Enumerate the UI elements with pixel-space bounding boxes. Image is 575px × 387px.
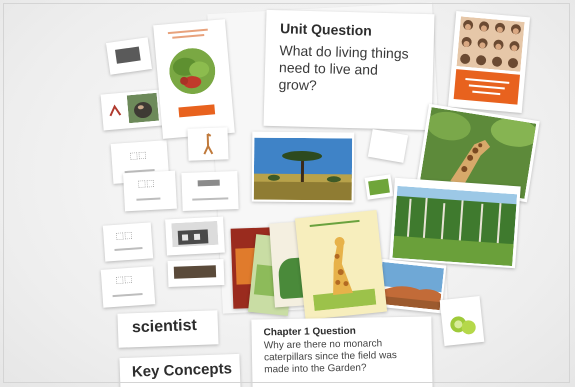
label-line [114,247,143,251]
log-photo-card [167,259,225,287]
animal-thumbnail [126,92,160,124]
vocab-card-3: ⬚⬚ [102,222,154,262]
small-photo-card-animal [100,89,164,131]
icon-pair: ⬚⬚ [115,273,133,285]
photo-scene: ⬚⬚ ⬚⬚ ⬚⬚ ⬚⬚ Unit Question What do living… [0,0,575,387]
title-line [309,219,360,228]
icon-pair: ⬚⬚ [137,177,155,189]
unit-question-text: What do living things need to live and g… [278,42,409,94]
forest-photo-card [389,177,521,269]
scientist-label: scientist [131,316,198,337]
giraffe-illustration [307,229,377,312]
forest-photo [392,185,518,267]
chapter-question-card: Chapter 1 Question Why are there no mona… [251,316,433,387]
icon-pair: ⬚⬚ [115,229,133,241]
scientist-word-card: scientist [117,310,219,348]
house-photo [171,220,219,248]
key-concepts-card: Key Concepts [119,353,241,387]
limes-image [445,308,480,339]
orange-button [178,104,216,118]
leaf-circle-photo [167,46,217,96]
icon-pair: ⬚⬚ [129,149,147,161]
giraffe-icon-card [187,127,229,161]
vocab-card-2: ⬚⬚ [123,170,177,212]
chapter-question-heading: Chapter 1 Question [263,325,356,339]
orange-banner [453,69,521,105]
banner-line [468,84,505,90]
savanna-photo-card [251,131,355,203]
class-photo-card [447,10,531,114]
small-photo-card-top [105,37,153,75]
label-line [136,197,161,201]
label-line [112,293,143,298]
vocab-card-5 [181,171,239,211]
green-small-card [364,174,394,200]
img-line [197,179,220,187]
banner-line [465,78,510,84]
savanna-photo [253,137,353,201]
title-line [172,33,205,39]
log-photo [173,265,217,279]
house-photo-card [165,216,225,256]
unit-question-heading: Unit Question [279,20,373,39]
vocab-card-4: ⬚⬚ [100,266,156,308]
faces-grid [456,16,525,72]
green-thumb [368,178,390,196]
key-concepts-label: Key Concepts [131,360,233,381]
rock-photo [377,261,445,311]
white-small-card [367,129,409,163]
giraffe-icon [200,132,217,157]
label-line [192,197,229,201]
small-photo [115,46,141,64]
book-giraffe [294,209,388,321]
chapter-question-text: Why are there no monarch caterpillars si… [263,338,397,376]
small-red-figure [107,103,122,118]
unit-question-card: Unit Question What do living things need… [263,9,435,131]
banner-line [472,90,501,96]
limes-card [439,296,485,346]
plant-book-card [153,19,235,139]
